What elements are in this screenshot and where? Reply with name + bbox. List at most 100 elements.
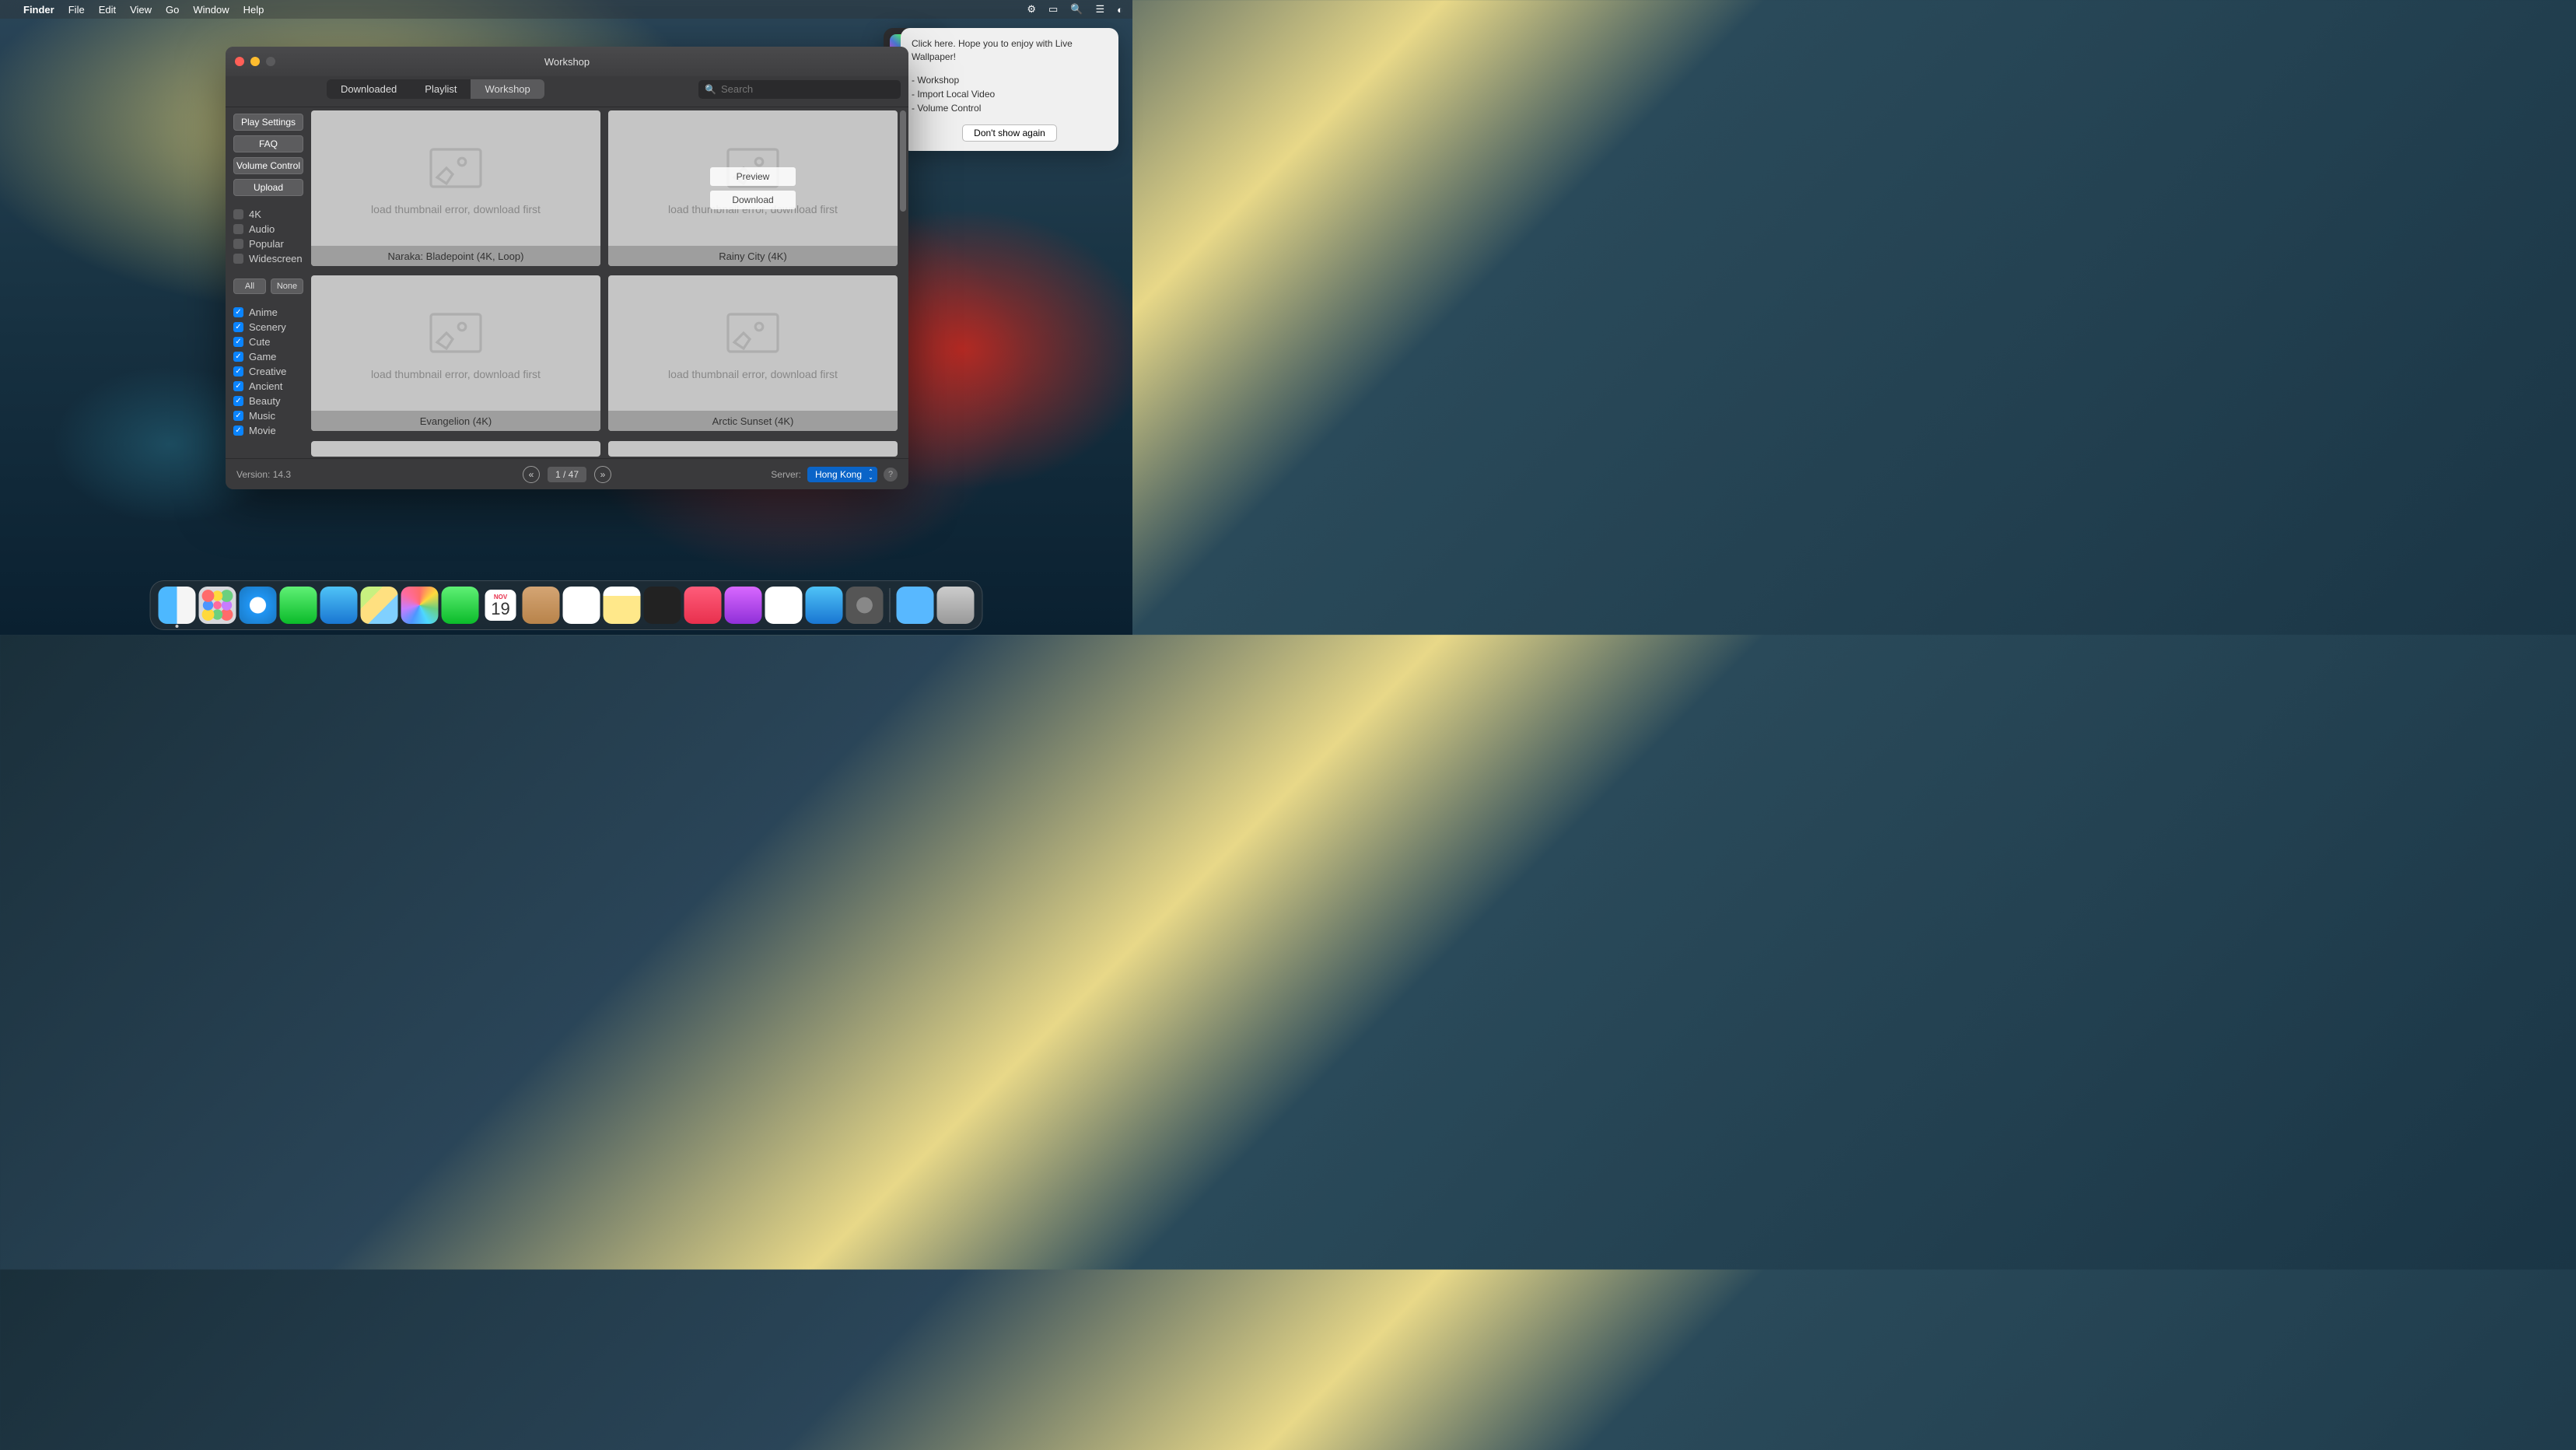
server-label: Server: (771, 469, 801, 480)
cat-beauty[interactable]: ✓Beauty (233, 395, 303, 407)
cat-scenery[interactable]: ✓Scenery (233, 321, 303, 333)
dock-trash-icon[interactable] (937, 587, 975, 624)
upload-button[interactable]: Upload (233, 179, 303, 196)
broken-image-icon (722, 306, 784, 360)
wallpaper-card[interactable]: load thumbnail error, download first Nar… (311, 110, 600, 266)
dock-launchpad-icon[interactable] (199, 587, 236, 624)
broken-image-icon (425, 141, 487, 195)
screen-mirror-icon[interactable]: ▭ (1048, 3, 1058, 16)
dock-appstore-icon[interactable] (806, 587, 843, 624)
menu-view[interactable]: View (130, 4, 152, 16)
spotlight-icon[interactable]: 🔍 (1070, 3, 1083, 16)
help-button[interactable]: ? (884, 468, 898, 482)
dock-podcasts-icon[interactable] (725, 587, 762, 624)
notification-popover: Click here. Hope you to enjoy with Live … (901, 28, 1118, 151)
filter-4k[interactable]: 4K (233, 208, 303, 220)
card-hover-overlay: Preview Download (710, 167, 796, 209)
volume-control-button[interactable]: Volume Control (233, 157, 303, 174)
search-icon: 🔍 (705, 84, 716, 95)
card-title: Arctic Sunset (4K) (608, 411, 898, 431)
server-select[interactable]: Hong Kong (807, 467, 877, 482)
dock-separator (890, 588, 891, 622)
dock-contacts-icon[interactable] (523, 587, 560, 624)
wallpaper-card-partial[interactable] (608, 441, 898, 457)
minimize-button[interactable] (250, 57, 260, 66)
wallpaper-grid: load thumbnail error, download first Nar… (311, 107, 898, 458)
menu-file[interactable]: File (68, 4, 85, 16)
scrollbar-thumb[interactable] (900, 110, 906, 212)
window-title: Workshop (544, 56, 590, 68)
menu-go[interactable]: Go (166, 4, 179, 16)
search-input[interactable] (721, 83, 894, 95)
dock-facetime-icon[interactable] (442, 587, 479, 624)
dock-calendar-icon[interactable]: NOV 19 (482, 587, 520, 624)
filter-widescreen[interactable]: Widescreen (233, 253, 303, 264)
wallpaper-card[interactable]: load thumbnail error, download first Eva… (311, 275, 600, 431)
dock-settings-icon[interactable] (846, 587, 884, 624)
menubar-app-name[interactable]: Finder (23, 4, 54, 16)
cat-game[interactable]: ✓Game (233, 351, 303, 362)
dock-downloads-icon[interactable] (897, 587, 934, 624)
preview-button[interactable]: Preview (710, 167, 796, 186)
dont-show-again-button[interactable]: Don't show again (962, 124, 1057, 142)
wallpaper-card[interactable]: load thumbnail error, download first Pre… (608, 110, 898, 266)
dock-notes-icon[interactable] (604, 587, 641, 624)
dock-photos-icon[interactable] (401, 587, 439, 624)
category-list: ✓Anime ✓Scenery ✓Cute ✓Game ✓Creative ✓A… (233, 306, 303, 436)
wallpaper-card[interactable]: load thumbnail error, download first Arc… (608, 275, 898, 431)
page-indicator: 1 / 47 (548, 467, 586, 482)
download-button[interactable]: Download (710, 191, 796, 209)
sidebar: Play Settings FAQ Volume Control Upload … (226, 107, 311, 458)
close-button[interactable] (235, 57, 244, 66)
tab-workshop[interactable]: Workshop (471, 79, 544, 99)
wallpaper-card-partial[interactable] (311, 441, 600, 457)
traffic-lights (235, 57, 275, 66)
broken-image-icon (425, 306, 487, 360)
window-footer: Version: 14.3 « 1 / 47 » Server: Hong Ko… (226, 458, 908, 489)
window-toolbar: Downloaded Playlist Workshop 🔍 (226, 76, 908, 107)
tab-downloaded[interactable]: Downloaded (327, 79, 411, 99)
notification-message: Click here. Hope you to enjoy with Live … (912, 37, 1108, 64)
window-titlebar[interactable]: Workshop (226, 47, 908, 76)
cat-ancient[interactable]: ✓Ancient (233, 380, 303, 392)
dock-safari-icon[interactable] (240, 587, 277, 624)
cat-cute[interactable]: ✓Cute (233, 336, 303, 348)
workshop-window: Workshop Downloaded Playlist Workshop 🔍 … (226, 47, 908, 489)
prev-page-button[interactable]: « (523, 466, 540, 483)
dock-messages-icon[interactable] (280, 587, 317, 624)
zoom-button[interactable] (266, 57, 275, 66)
scrollbar-track[interactable] (900, 110, 906, 455)
dock-finder-icon[interactable] (159, 587, 196, 624)
dock-mail-icon[interactable] (320, 587, 358, 624)
next-page-button[interactable]: » (594, 466, 611, 483)
search-field[interactable]: 🔍 (698, 80, 901, 99)
settings-icon[interactable]: ⚙ (1027, 3, 1036, 16)
menu-edit[interactable]: Edit (99, 4, 116, 16)
select-all-button[interactable]: All (233, 278, 266, 294)
dock-maps-icon[interactable] (361, 587, 398, 624)
cat-music[interactable]: ✓Music (233, 410, 303, 422)
play-settings-button[interactable]: Play Settings (233, 114, 303, 131)
card-title: Evangelion (4K) (311, 411, 600, 431)
menu-window[interactable]: Window (193, 4, 229, 16)
faq-button[interactable]: FAQ (233, 135, 303, 152)
siri-icon[interactable]: ◐ (1117, 4, 1123, 16)
dock-music-icon[interactable] (684, 587, 722, 624)
dock-news-icon[interactable] (765, 587, 803, 624)
notification-bullets: - Workshop - Import Local Video - Volume… (912, 73, 1108, 115)
select-none-button[interactable]: None (271, 278, 303, 294)
tab-playlist[interactable]: Playlist (411, 79, 471, 99)
dock-tv-icon[interactable] (644, 587, 681, 624)
filter-top-list: 4K Audio Popular Widescreen (233, 208, 303, 264)
dock: NOV 19 (150, 580, 983, 630)
filter-audio[interactable]: Audio (233, 223, 303, 235)
cat-anime[interactable]: ✓Anime (233, 306, 303, 318)
dock-reminders-icon[interactable] (563, 587, 600, 624)
control-center-icon[interactable]: ☰ (1095, 3, 1104, 16)
version-label: Version: 14.3 (236, 469, 291, 480)
filter-popular[interactable]: Popular (233, 238, 303, 250)
menubar: Finder File Edit View Go Window Help ⚙ ▭… (0, 0, 1132, 19)
menu-help[interactable]: Help (243, 4, 264, 16)
cat-movie[interactable]: ✓Movie (233, 425, 303, 436)
cat-creative[interactable]: ✓Creative (233, 366, 303, 377)
